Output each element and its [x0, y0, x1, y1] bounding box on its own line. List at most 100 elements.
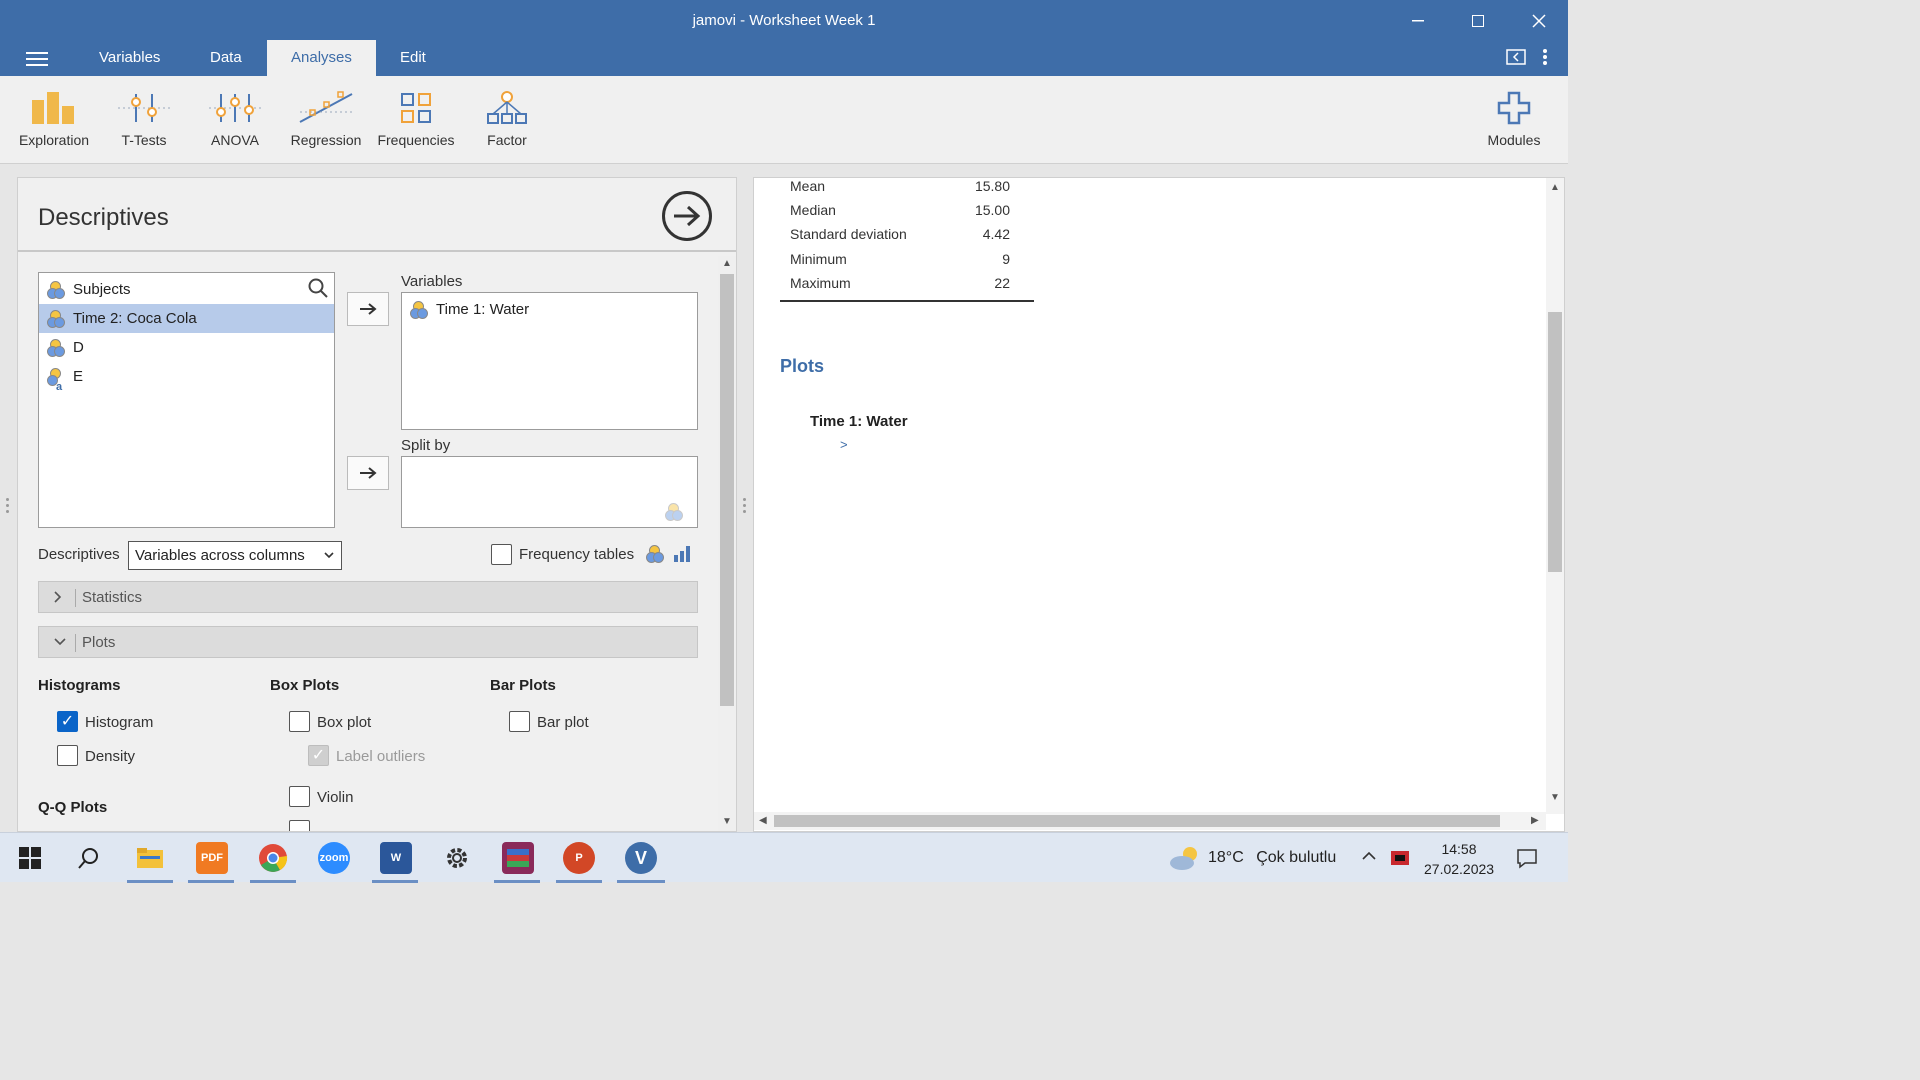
close-button[interactable] [1516, 8, 1562, 34]
search-icon[interactable] [73, 842, 105, 874]
winrar-icon[interactable] [502, 842, 534, 874]
word-icon[interactable]: W [380, 842, 412, 874]
powerpoint-icon[interactable]: P [563, 842, 595, 874]
box-plots-heading: Box Plots [270, 677, 340, 694]
weather-temp: 18°C [1208, 849, 1244, 866]
tab-analyses[interactable]: Analyses [267, 40, 376, 76]
nominal-text-variable-icon: a [47, 367, 65, 393]
file-explorer-icon[interactable] [134, 842, 166, 874]
factor-button[interactable]: Factor [462, 90, 552, 148]
chrome-icon[interactable] [257, 842, 289, 874]
descriptives-layout-select[interactable]: Variables across columns [128, 541, 342, 570]
continuous-variable-icon [410, 300, 428, 319]
weather-text[interactable]: 18°C Çok bulutlu [1208, 849, 1336, 867]
list-item-e[interactable]: a E [39, 362, 334, 393]
regression-button[interactable]: Regression [281, 90, 371, 148]
scroll-up-icon[interactable]: ▲ [722, 258, 732, 269]
exploration-button[interactable]: Exploration [9, 90, 99, 148]
list-item-subjects[interactable]: Subjects [39, 275, 334, 304]
settings-gear-icon[interactable] [441, 842, 473, 874]
nominal-variable-hint-icon [665, 503, 683, 521]
box-plot-checkbox[interactable] [289, 711, 310, 732]
scrollbar-thumb[interactable] [774, 815, 1500, 827]
plot-expand-icon[interactable]: > [840, 437, 848, 452]
scroll-down-icon[interactable]: ▼ [722, 816, 732, 827]
panel-mode-icon[interactable] [1506, 48, 1526, 71]
variable-name: Time 2: Coca Cola [73, 310, 197, 327]
analysis-options-panel: Descriptives Subjects Time 2: Coca Cola … [17, 177, 737, 832]
t-tests-label: T-Tests [121, 132, 167, 148]
stat-value: 4.42 [982, 226, 1010, 242]
weather-cloud-icon[interactable] [1168, 844, 1202, 877]
tray-chevron-up-icon[interactable] [1361, 849, 1377, 868]
clock-date: 27.02.2023 [1424, 861, 1495, 877]
continuous-variable-icon [47, 280, 65, 299]
table-bottom-rule [780, 300, 1034, 302]
bar-plot-checkbox[interactable] [509, 711, 530, 732]
options-scrollbar[interactable]: ▲ ▼ [718, 256, 736, 831]
plots-section-toggle[interactable]: Plots [38, 626, 698, 658]
results-horizontal-scrollbar[interactable]: ◀ ▶ [754, 812, 1546, 830]
list-item-d[interactable]: D [39, 333, 334, 362]
label-outliers-checkbox[interactable]: ✓ [308, 745, 329, 766]
density-checkbox[interactable] [57, 745, 78, 766]
left-resize-grip[interactable] [6, 498, 10, 514]
hide-options-arrow-icon[interactable] [662, 191, 712, 241]
minimize-button[interactable] [1395, 8, 1441, 34]
maximize-button[interactable] [1455, 8, 1501, 34]
scroll-down-icon[interactable]: ▼ [1550, 792, 1560, 803]
statistics-section-toggle[interactable]: Statistics [38, 581, 698, 613]
scroll-right-icon[interactable]: ▶ [1531, 815, 1539, 826]
clock[interactable]: 14:58 27.02.2023 [1424, 839, 1494, 879]
search-icon[interactable] [308, 278, 328, 303]
source-variable-list[interactable]: Subjects Time 2: Coca Cola D a E [38, 272, 335, 528]
frequencies-button[interactable]: Frequencies [371, 90, 461, 148]
windows-start-icon[interactable] [14, 842, 46, 874]
scroll-left-icon[interactable]: ◀ [759, 815, 767, 826]
descriptives-layout-value: Variables across columns [135, 547, 305, 564]
scrollbar-thumb[interactable] [1548, 312, 1562, 572]
violin-checkbox[interactable] [289, 786, 310, 807]
stat-row: Standard deviation 4.42 [790, 226, 1010, 242]
frequency-tables-checkbox[interactable] [491, 544, 512, 565]
anova-button[interactable]: ANOVA [190, 90, 280, 148]
arrow-right-icon [360, 303, 377, 315]
notifications-icon[interactable] [1516, 847, 1538, 874]
more-options-icon[interactable] [1542, 48, 1548, 71]
stat-row: Minimum 9 [790, 251, 1010, 267]
split-by-label: Split by [401, 437, 451, 454]
regression-label: Regression [290, 132, 362, 148]
center-resize-grip[interactable] [743, 498, 747, 514]
bar-chart-icon [673, 545, 691, 568]
title-divider [18, 250, 736, 252]
bar-plots-heading: Bar Plots [490, 677, 556, 694]
tab-edit[interactable]: Edit [376, 40, 450, 76]
scrollbar-thumb[interactable] [720, 274, 734, 706]
tab-data[interactable]: Data [186, 40, 266, 76]
results-vertical-scrollbar[interactable]: ▲ ▼ [1546, 178, 1564, 814]
zoom-icon[interactable]: zoom [318, 842, 350, 874]
anova-label: ANOVA [211, 132, 259, 148]
stat-value: 15.80 [974, 178, 1010, 194]
histogram-checkbox[interactable]: ✓ [57, 711, 78, 732]
move-to-variables-button[interactable] [347, 292, 389, 326]
tab-variables[interactable]: Variables [75, 40, 184, 76]
tray-app-icon[interactable] [1389, 847, 1411, 874]
variables-target-list[interactable]: Time 1: Water [401, 292, 698, 430]
pdf-app-icon[interactable]: PDF [196, 842, 228, 874]
scroll-up-icon[interactable]: ▲ [1550, 182, 1560, 193]
jamovi-icon[interactable]: V [625, 842, 657, 874]
move-to-split-by-button[interactable] [347, 456, 389, 490]
data-checkbox-partial[interactable] [289, 820, 310, 831]
t-tests-button[interactable]: T-Tests [99, 90, 189, 148]
chevron-down-icon [53, 633, 67, 654]
frequency-tables-label: Frequency tables [519, 546, 635, 563]
stat-label: Minimum [790, 251, 847, 267]
split-by-target-list[interactable] [401, 456, 698, 528]
list-item-time-1-water[interactable]: Time 1: Water [402, 295, 697, 324]
hamburger-menu-icon[interactable] [26, 52, 48, 66]
list-item-time-2-coca-cola[interactable]: Time 2: Coca Cola [39, 304, 334, 333]
clock-time: 14:58 [1441, 841, 1477, 857]
modules-button[interactable]: Modules [1469, 90, 1559, 148]
arrow-right-icon [360, 467, 377, 479]
